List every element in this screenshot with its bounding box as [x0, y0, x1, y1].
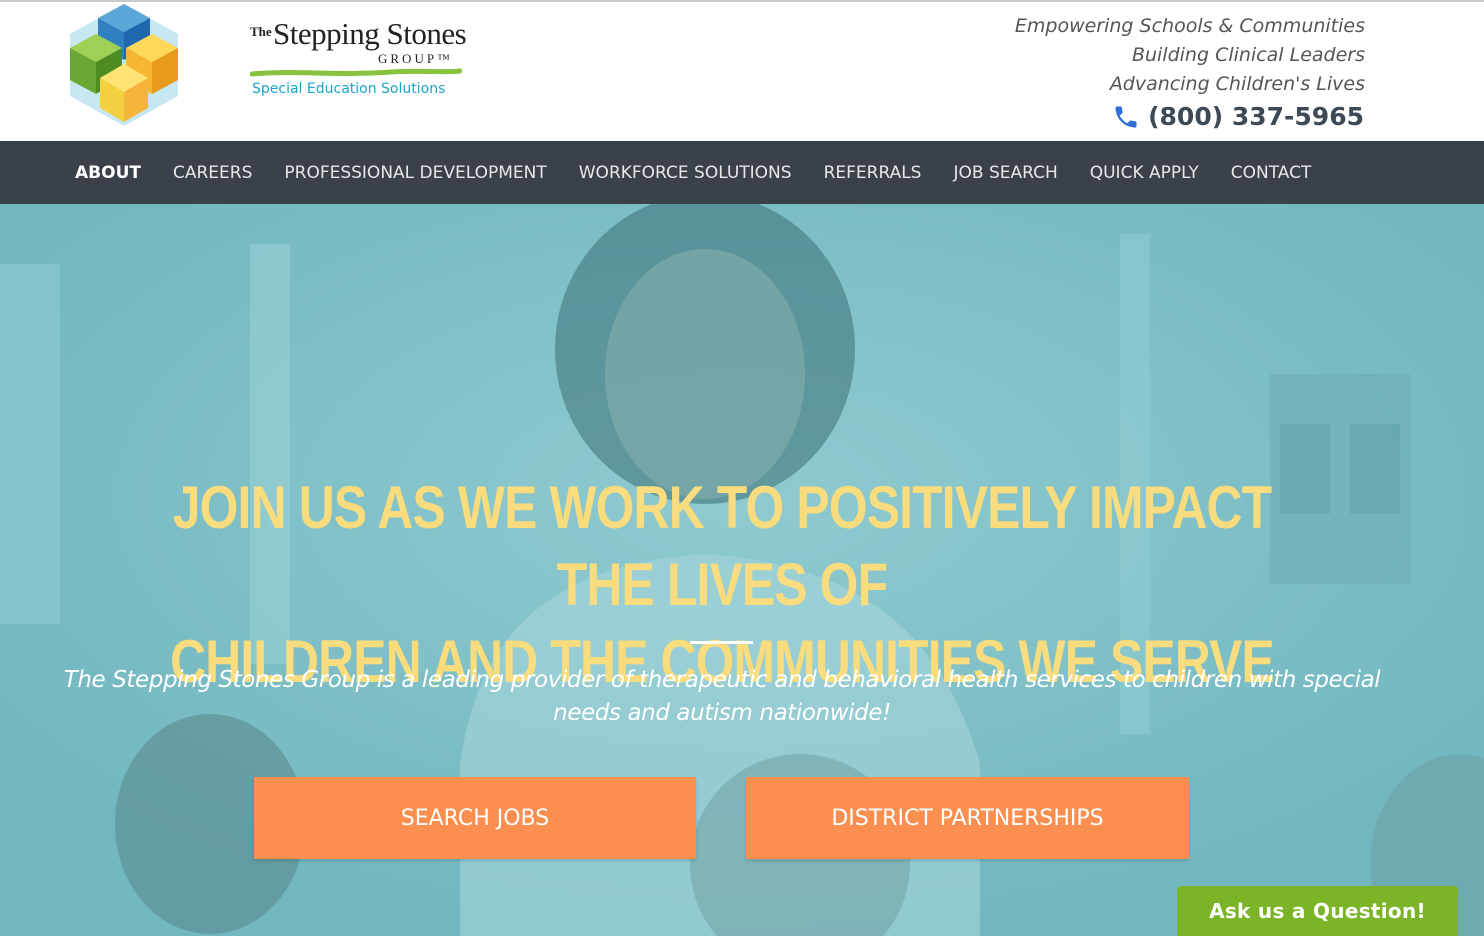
phone-link[interactable]: (800) 337-5965 [1112, 102, 1364, 131]
search-jobs-button[interactable]: SEARCH JOBS [254, 777, 696, 859]
phone-icon [1115, 106, 1137, 127]
nav-item-workforce-solutions[interactable]: WORKFORCE SOLUTIONS [563, 163, 808, 183]
hero-banner: JOIN US AS WE WORK TO POSITIVELY IMPACT … [0, 204, 1484, 936]
nav-item-professional-development[interactable]: PROFESSIONAL DEVELOPMENT [268, 163, 562, 183]
main-nav: ABOUT CAREERS PROFESSIONAL DEVELOPMENT W… [0, 141, 1484, 204]
nav-item-referrals[interactable]: REFERRALS [808, 163, 938, 183]
nav-item-quick-apply[interactable]: QUICK APPLY [1074, 163, 1215, 183]
nav-item-careers[interactable]: CAREERS [157, 163, 268, 183]
tagline-2: Building Clinical Leaders [1131, 44, 1365, 66]
taglines: Empowering Schools & Communities Buildin… [1015, 12, 1365, 99]
site-logo[interactable]: The Stepping Stones GROUP™ Special Educa… [64, 2, 467, 130]
tagline-1: Empowering Schools & Communities [1014, 15, 1365, 37]
district-partnerships-button[interactable]: DISTRICT PARTNERSHIPS [746, 777, 1189, 859]
nav-item-contact[interactable]: CONTACT [1215, 163, 1328, 183]
ask-question-chat-button[interactable]: Ask us a Question! [1177, 886, 1458, 936]
nav-item-about[interactable]: ABOUT [59, 163, 157, 183]
hero-divider [690, 641, 753, 644]
logo-name: Stepping Stones [273, 16, 467, 51]
logo-group: GROUP™ [378, 51, 453, 66]
hero-description: The Stepping Stones Group is a leading p… [63, 667, 1381, 726]
tagline-3: Advancing Children's Lives [1109, 73, 1365, 95]
phone-number: (800) 337-5965 [1148, 102, 1364, 131]
cube-logo-icon [70, 4, 178, 126]
site-header: The Stepping Stones GROUP™ Special Educa… [0, 0, 1484, 141]
nav-item-job-search[interactable]: JOB SEARCH [937, 163, 1073, 183]
logo-the: The [250, 24, 272, 39]
hero-title-line-1: JOIN US AS WE WORK TO POSITIVELY IMPACT … [172, 474, 1272, 618]
logo-green-stroke-icon [250, 68, 462, 77]
logo-subtitle: Special Education Solutions [252, 81, 446, 97]
